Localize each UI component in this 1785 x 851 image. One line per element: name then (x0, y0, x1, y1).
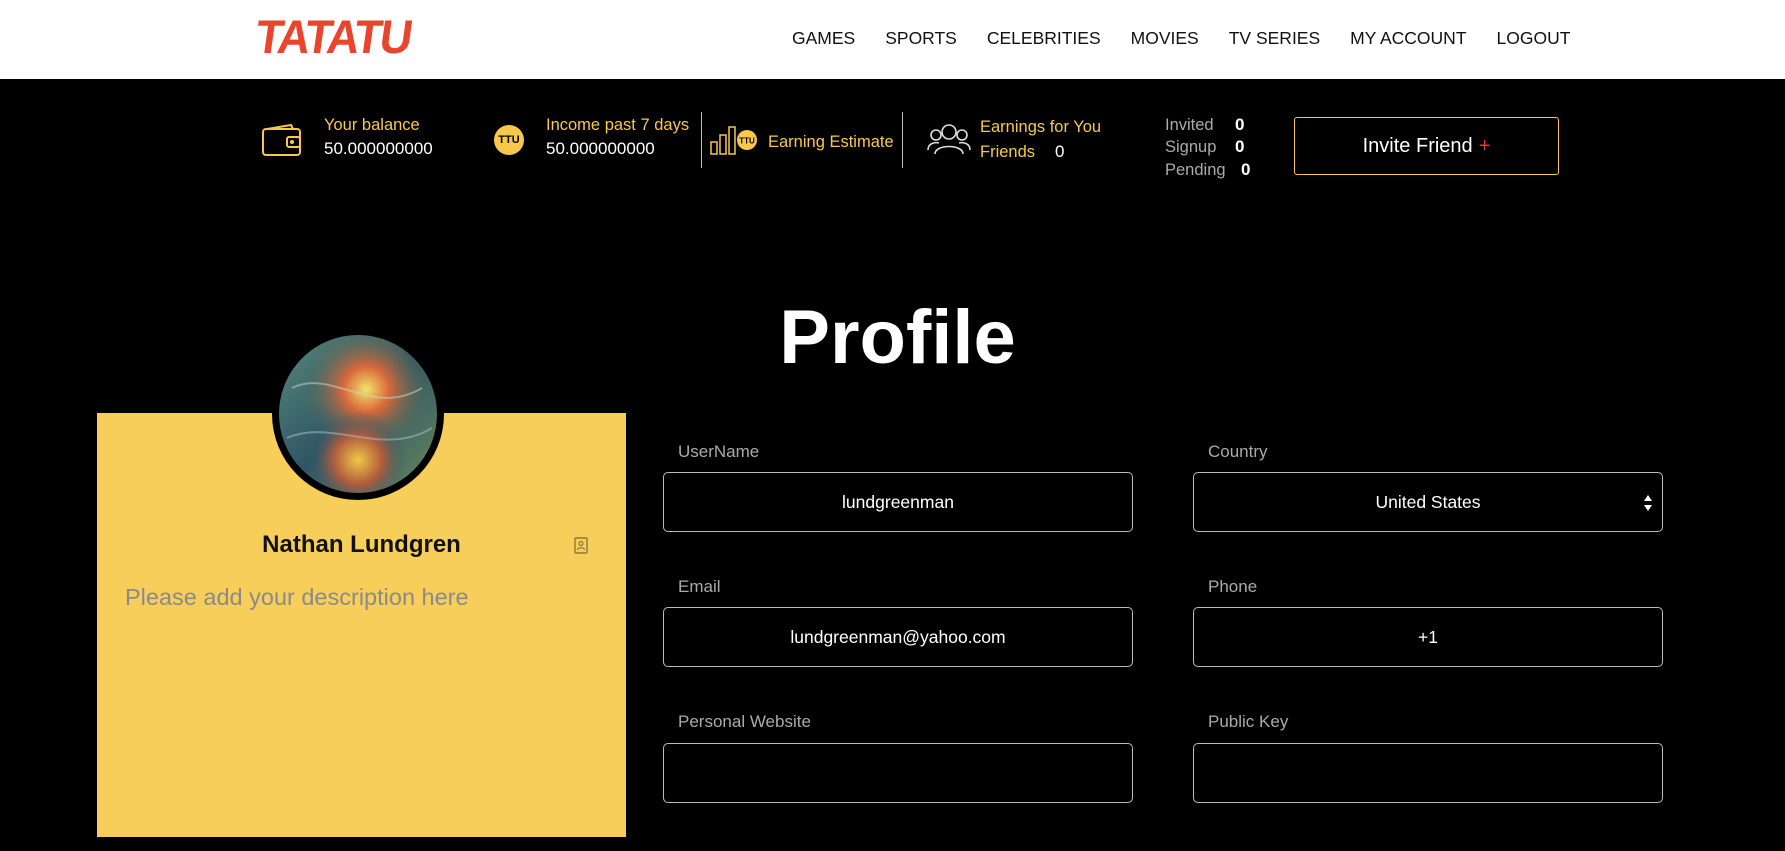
signup-value: 0 (1235, 137, 1245, 156)
invite-friend-label: Invite Friend (1362, 134, 1473, 157)
earnings-friends-label: Earnings for You (980, 118, 1102, 136)
invite-friend-button[interactable]: Invite Friend + (1294, 117, 1559, 175)
income-value: 50.000000000 (546, 139, 655, 158)
country-select[interactable]: United States (1193, 472, 1663, 532)
earning-estimate-link[interactable]: Earning Estimate (768, 132, 894, 152)
nav-tv-series[interactable]: TV SERIES (1229, 26, 1320, 50)
phone-label: Phone (1208, 577, 1258, 596)
website-label: Personal Website (678, 712, 811, 731)
page-title: Profile (779, 295, 1016, 380)
email-label: Email (678, 577, 721, 596)
nav-sports[interactable]: SPORTS (885, 26, 957, 50)
pending-label: Pending (1165, 161, 1226, 179)
coin-text: TTU (739, 137, 755, 146)
bar-chart-icon: TTU (710, 126, 757, 155)
invited-value: 0 (1235, 115, 1245, 134)
nav-games[interactable]: GAMES (792, 26, 855, 50)
signup-label: Signup (1165, 138, 1217, 156)
divider (902, 112, 903, 168)
earnings-friends-value: 0 (1055, 142, 1065, 161)
ttu-coin-icon: TTU (494, 125, 524, 155)
income-label: Income past 7 days (546, 116, 690, 134)
invited-label: Invited (1165, 116, 1214, 134)
phone-input[interactable]: +1 (1193, 607, 1663, 667)
avatar[interactable] (272, 328, 444, 500)
username-label: UserName (678, 442, 760, 461)
website-input[interactable] (663, 743, 1133, 803)
username-input[interactable]: lundgreenman (663, 472, 1133, 532)
profile-name: Nathan Lundgren (262, 531, 461, 558)
wallet-icon (262, 124, 301, 156)
country-label: Country (1208, 442, 1268, 461)
balance-value: 50.000000000 (324, 139, 433, 158)
earnings-friends-label-2: Friends (980, 143, 1036, 161)
nav-logout[interactable]: LOGOUT (1497, 26, 1571, 50)
pending-value: 0 (1241, 160, 1251, 179)
main-nav: GAMES SPORTS CELEBRITIES MOVIES TV SERIE… (792, 26, 1600, 50)
friends-icon (927, 124, 971, 155)
divider (701, 112, 702, 168)
nav-movies[interactable]: MOVIES (1131, 26, 1199, 50)
plus-icon: + (1478, 134, 1491, 157)
email-input[interactable]: lundgreenman@yahoo.com (663, 607, 1133, 667)
top-navigation-bar: TATATU GAMES SPORTS CELEBRITIES MOVIES T… (0, 0, 1785, 79)
description-field[interactable]: Please add your description here (125, 581, 469, 613)
nav-my-account[interactable]: MY ACCOUNT (1350, 26, 1466, 50)
nav-celebrities[interactable]: CELEBRITIES (987, 26, 1101, 50)
balance-label: Your balance (324, 116, 420, 134)
edit-icon[interactable] (574, 537, 588, 554)
public-key-input[interactable] (1193, 743, 1663, 803)
country-value: United States (1375, 492, 1481, 512)
tatatu-logo[interactable]: TATATU (252, 10, 414, 64)
public-key-label: Public Key (1208, 712, 1289, 731)
select-arrows-icon (1644, 495, 1652, 511)
